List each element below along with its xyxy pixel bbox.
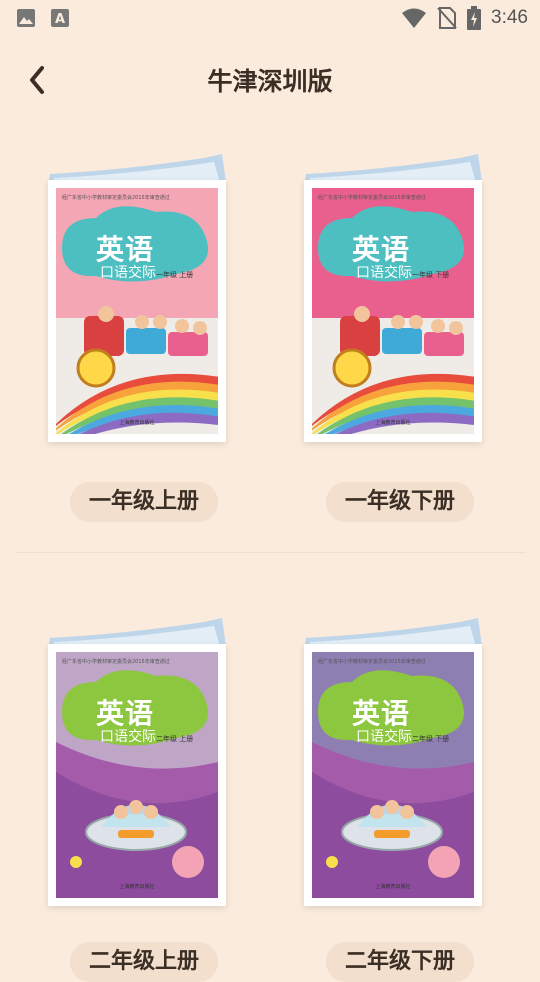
image-icon: [17, 9, 35, 27]
font-icon: A: [51, 9, 69, 27]
cover-note: 经广东省中小学教材审定委员会2015年审查通过: [318, 195, 426, 201]
cover-art: 经广东省中小学教材审定委员会2015年审查通过 英语 口语交际 二年级 下册 上…: [312, 652, 474, 898]
book-label[interactable]: 一年级下册: [326, 482, 474, 522]
cover-frame: 经广东省中小学教材审定委员会2015年审查通过 英语 口语交际 二年级 上册 上…: [48, 644, 226, 906]
cover-grade: 一年级 上册: [156, 271, 194, 279]
book-item[interactable]: 经广东省中小学教材审定委员会2015年审查通过 英语 口语交际 一年级 上册 上…: [38, 152, 238, 522]
top-app-bar: 牛津深圳版: [0, 44, 540, 114]
cover-publisher: 上海教育出版社: [375, 420, 411, 426]
status-bar: A 3:46: [0, 0, 540, 36]
book-item[interactable]: 经广东省中小学教材审定委员会2015年审查通过 英语 口语交际 二年级 下册 上…: [294, 616, 494, 982]
cover-subtitle: 口语交际: [100, 265, 156, 281]
section-divider: [16, 552, 526, 553]
book-label[interactable]: 二年级上册: [70, 942, 218, 982]
book-cover[interactable]: 经广东省中小学教材审定委员会2015年审查通过 英语 口语交际 一年级 下册 上…: [294, 152, 494, 452]
book-item[interactable]: 经广东省中小学教材审定委员会2015年审查通过 英语 口语交际 一年级 下册 上…: [294, 152, 494, 522]
cover-subtitle: 口语交际: [356, 729, 412, 745]
page-title: 牛津深圳版: [207, 67, 333, 96]
cover-note: 经广东省中小学教材审定委员会2015年审查通过: [318, 659, 426, 665]
battery-icon: [467, 6, 482, 30]
cover-grade: 二年级 下册: [412, 735, 450, 743]
cover-art: 经广东省中小学教材审定委员会2015年审查通过 英语 口语交际 二年级 上册 上…: [56, 652, 218, 898]
cover-illustration: [312, 188, 474, 434]
cover-note: 经广东省中小学教材审定委员会2015年审查通过: [62, 195, 170, 201]
cover-publisher: 上海教育出版社: [119, 884, 155, 890]
cover-illustration: [56, 188, 218, 434]
cover-frame: 经广东省中小学教材审定委员会2015年审查通过 英语 口语交际 一年级 上册 上…: [48, 180, 226, 442]
cover-illustration: [56, 652, 218, 898]
cover-grade: 二年级 上册: [156, 735, 194, 743]
book-cover[interactable]: 经广东省中小学教材审定委员会2015年审查通过 英语 口语交际 二年级 下册 上…: [294, 616, 494, 916]
status-time: 3:46: [491, 7, 528, 28]
cover-subtitle: 口语交际: [100, 729, 156, 745]
cover-subtitle: 口语交际: [356, 265, 412, 281]
cover-publisher: 上海教育出版社: [119, 420, 155, 426]
cover-frame: 经广东省中小学教材审定委员会2015年审查通过 英语 口语交际 二年级 下册 上…: [304, 644, 482, 906]
wifi-icon: [402, 8, 427, 28]
cover-illustration: [312, 652, 474, 898]
cover-grade: 一年级 下册: [412, 271, 450, 279]
cover-publisher: 上海教育出版社: [375, 884, 411, 890]
svg-text:A: A: [55, 12, 65, 27]
cover-note: 经广东省中小学教材审定委员会2015年审查通过: [62, 659, 170, 665]
cover-art: 经广东省中小学教材审定委员会2015年审查通过 英语 口语交际 一年级 下册 上…: [312, 188, 474, 434]
no-sim-icon: [437, 7, 457, 29]
book-item[interactable]: 经广东省中小学教材审定委员会2015年审查通过 英语 口语交际 二年级 上册 上…: [38, 616, 238, 982]
cover-art: 经广东省中小学教材审定委员会2015年审查通过 英语 口语交际 一年级 上册 上…: [56, 188, 218, 434]
cover-frame: 经广东省中小学教材审定委员会2015年审查通过 英语 口语交际 一年级 下册 上…: [304, 180, 482, 442]
book-cover[interactable]: 经广东省中小学教材审定委员会2015年审查通过 英语 口语交际 二年级 上册 上…: [38, 616, 238, 916]
book-label[interactable]: 二年级下册: [326, 942, 474, 982]
book-cover[interactable]: 经广东省中小学教材审定委员会2015年审查通过 英语 口语交际 一年级 上册 上…: [38, 152, 238, 452]
book-label[interactable]: 一年级上册: [70, 482, 218, 522]
